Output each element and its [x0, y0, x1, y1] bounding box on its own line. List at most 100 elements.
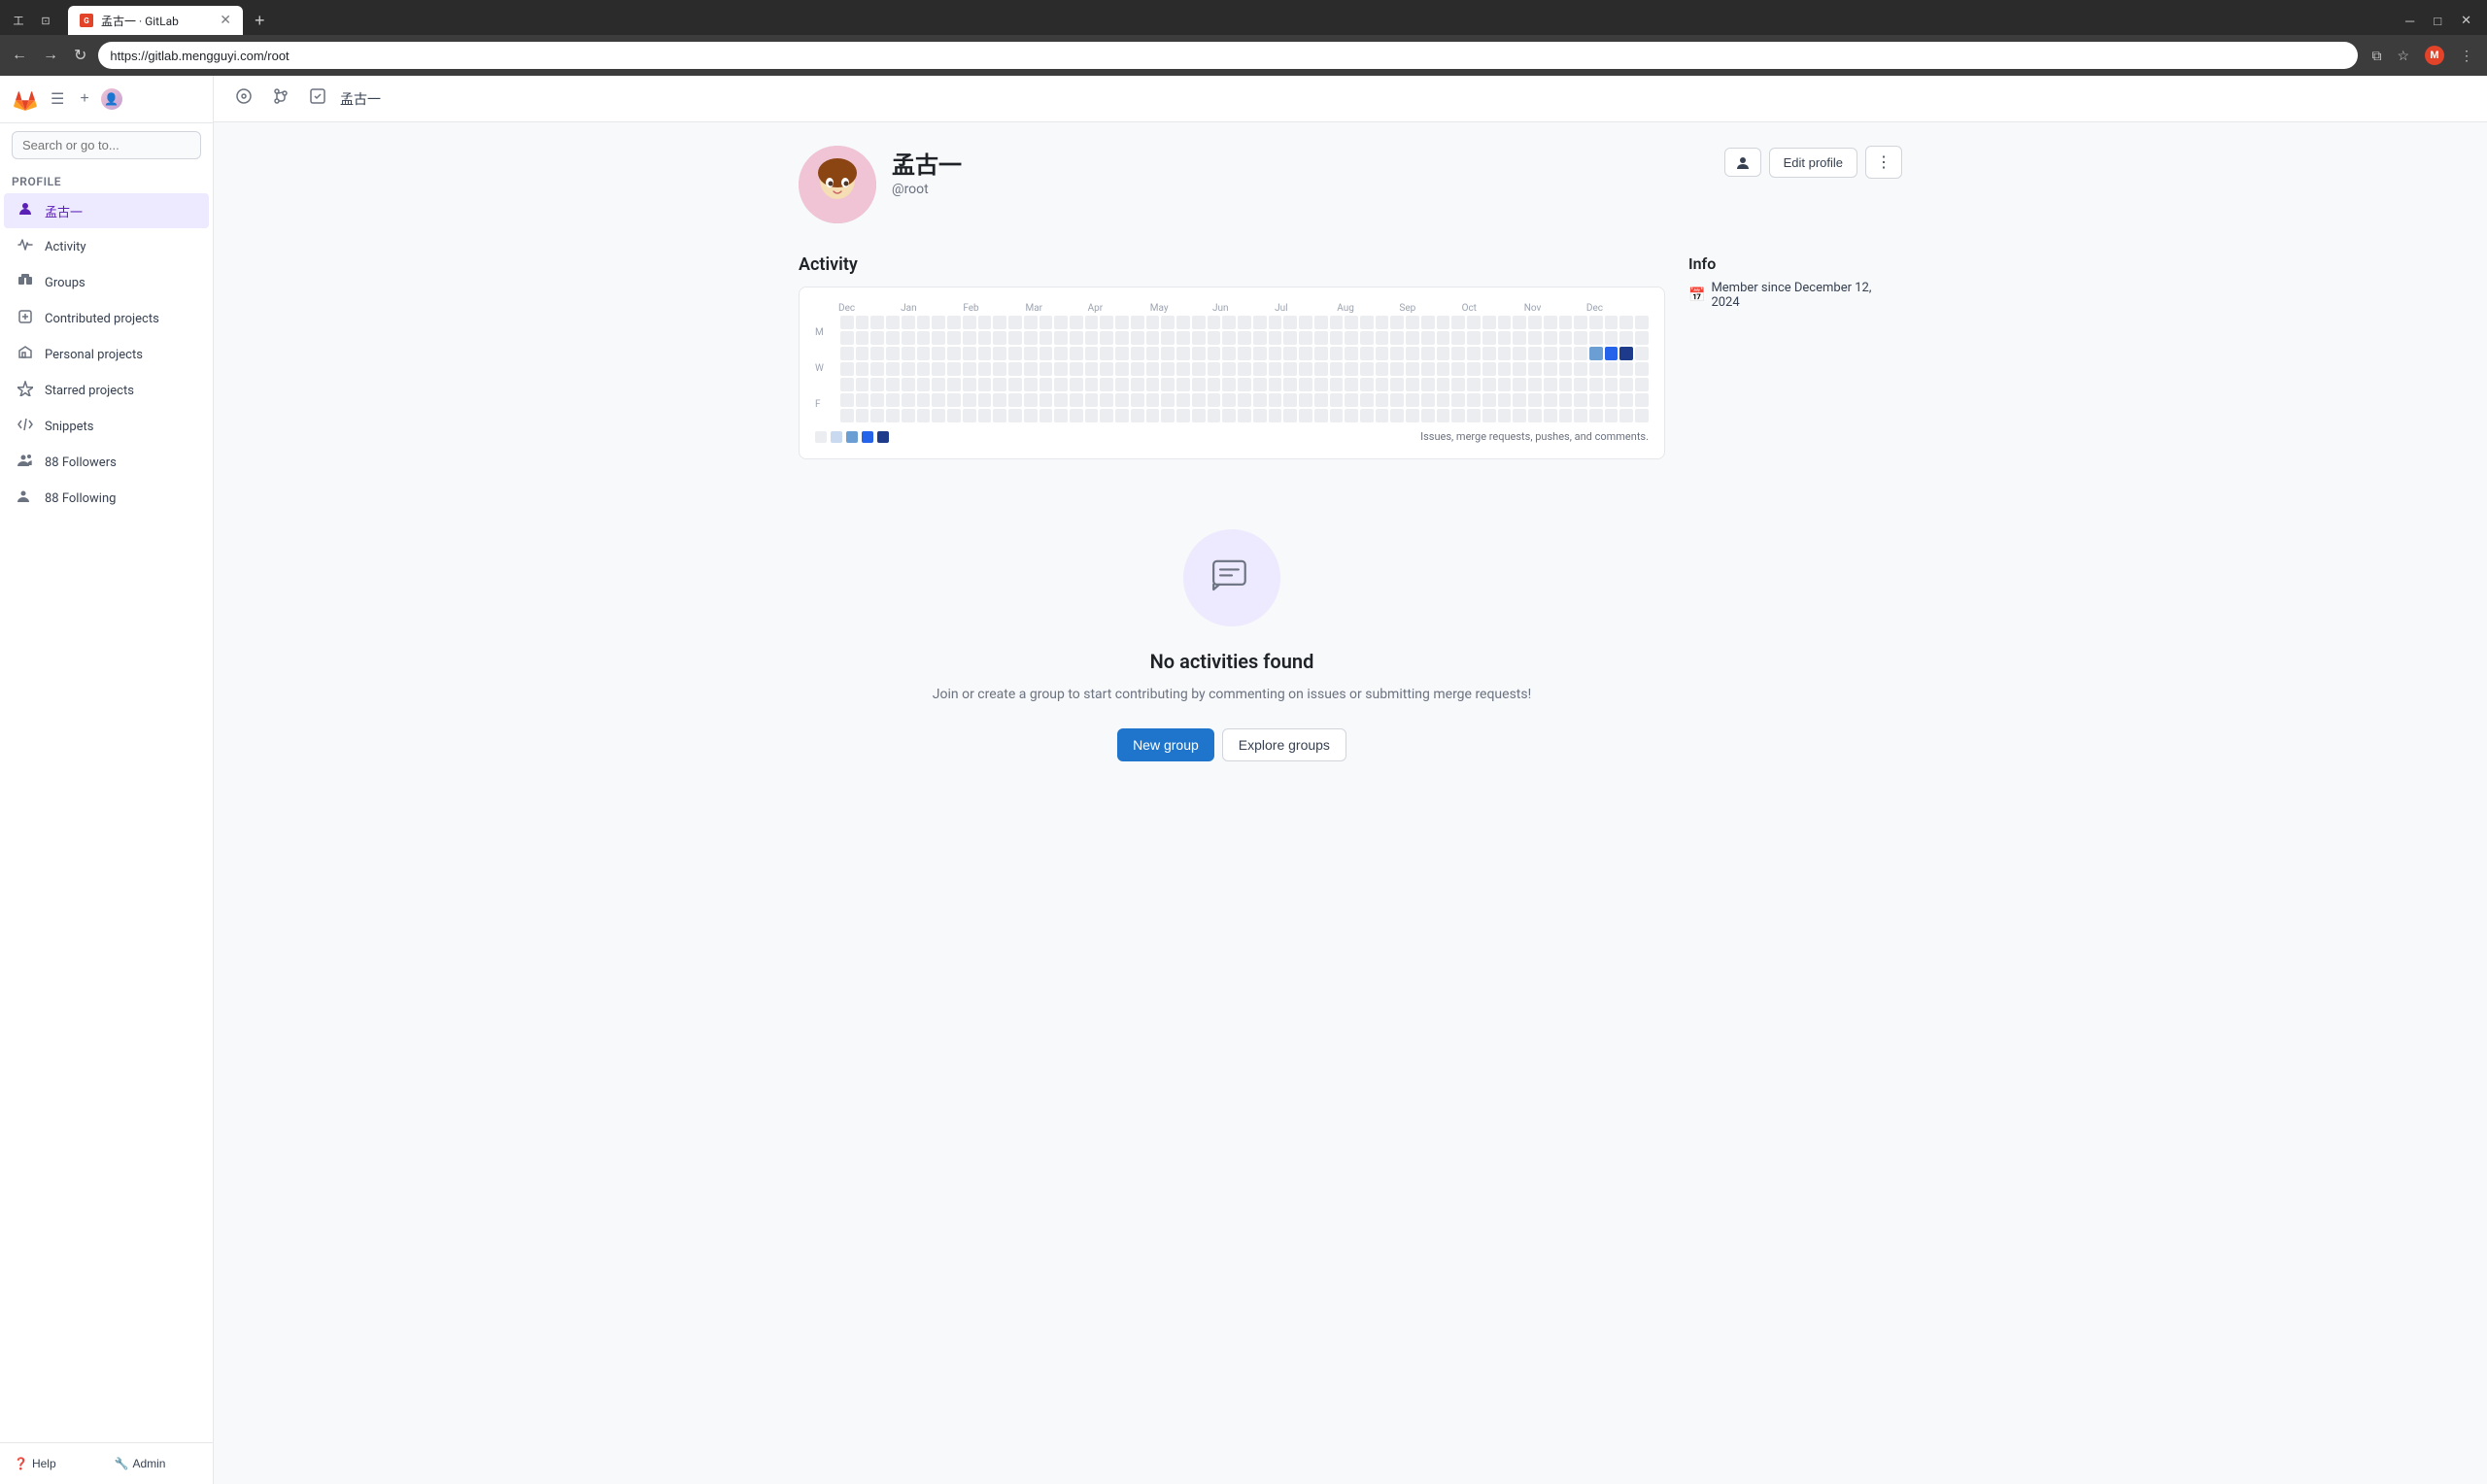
refresh-button[interactable]: ↻ — [70, 42, 90, 69]
chart-cell — [1192, 347, 1206, 360]
chat-icon — [1209, 555, 1255, 601]
chart-cell — [963, 378, 976, 391]
chart-cell — [1070, 362, 1083, 376]
chart-cell — [1559, 409, 1573, 422]
month-apr: Apr — [1088, 303, 1150, 314]
window-close-button[interactable]: ✕ — [2453, 11, 2479, 30]
more-options-button[interactable]: ⋮ — [2454, 44, 2479, 68]
chart-cell — [1376, 362, 1389, 376]
chart-cell — [1528, 378, 1542, 391]
admin-button[interactable]: 🔧 Admin — [109, 1451, 206, 1476]
chart-week-17 — [1100, 316, 1113, 422]
sidebar-toggle-button[interactable]: ☰ — [47, 85, 68, 113]
forward-button[interactable]: → — [39, 43, 62, 68]
close-tab-button[interactable]: ✕ — [220, 14, 231, 27]
back-button[interactable]: ← — [8, 43, 31, 68]
sidebar-item-user[interactable]: 孟古一 — [4, 193, 209, 228]
help-button[interactable]: ❓ Help — [8, 1451, 105, 1476]
sidebar-item-following[interactable]: 88 Following — [4, 481, 209, 516]
sidebar-item-starred[interactable]: Starred projects — [4, 373, 209, 408]
extensions-button[interactable]: ⧉ — [2366, 44, 2387, 68]
profile-button[interactable]: M — [2419, 42, 2450, 69]
chart-cell — [1406, 378, 1419, 391]
chart-cell — [1131, 316, 1144, 329]
chart-cell — [1451, 316, 1465, 329]
chart-cell — [978, 331, 992, 345]
new-item-button[interactable]: + — [76, 86, 92, 112]
month-mar: Mar — [1025, 303, 1087, 314]
chart-cell — [917, 347, 931, 360]
chart-cell — [1070, 316, 1083, 329]
minimize-button[interactable]: ─ — [2398, 12, 2422, 30]
sidebar-item-activity[interactable]: Activity — [4, 229, 209, 264]
sidebar-item-groups[interactable]: Groups — [4, 265, 209, 300]
chart-cell — [1085, 316, 1099, 329]
chart-cell — [1115, 347, 1129, 360]
address-bar[interactable] — [98, 42, 2358, 69]
chart-cell — [1314, 378, 1328, 391]
chart-cell — [963, 316, 976, 329]
merge-requests-toolbar-button[interactable] — [266, 84, 295, 114]
avatar[interactable]: 👤 — [101, 88, 122, 110]
chart-cell — [1269, 316, 1282, 329]
chart-week-20 — [1146, 316, 1160, 422]
chart-cell — [1176, 393, 1190, 407]
chart-cell — [1161, 409, 1175, 422]
chart-cell — [1482, 347, 1496, 360]
chart-cell — [1360, 347, 1374, 360]
chart-cell — [1161, 316, 1175, 329]
chart-cell — [1269, 409, 1282, 422]
chart-cell — [1421, 316, 1435, 329]
chart-cell — [1574, 393, 1587, 407]
chart-cell — [886, 362, 900, 376]
sidebar-item-snippets[interactable]: Snippets — [4, 409, 209, 444]
issues-toolbar-button[interactable] — [229, 84, 258, 114]
chart-cell — [1605, 331, 1618, 345]
sidebar-item-label-followers: 88 Followers — [45, 455, 117, 470]
edit-profile-button[interactable]: Edit profile — [1769, 148, 1857, 178]
explore-groups-button[interactable]: Explore groups — [1222, 728, 1346, 761]
chart-week-12 — [1024, 316, 1038, 422]
chart-cell — [1222, 316, 1236, 329]
new-group-button[interactable]: New group — [1117, 728, 1214, 761]
chart-cell — [1161, 393, 1175, 407]
sidebar-item-followers[interactable]: 88 Followers — [4, 445, 209, 480]
profile-icon-button[interactable] — [1724, 148, 1761, 177]
chart-cell — [1467, 409, 1481, 422]
chart-cell — [1039, 316, 1053, 329]
chart-cell — [1345, 378, 1358, 391]
chart-cell — [993, 362, 1006, 376]
sidebar-item-personal[interactable]: Personal projects — [4, 337, 209, 372]
chart-week-16 — [1085, 316, 1099, 422]
day-label-f: F — [815, 398, 835, 412]
chart-cell — [1330, 393, 1344, 407]
chart-cell — [1589, 378, 1603, 391]
search-input[interactable] — [12, 131, 201, 159]
sidebar-item-contributed[interactable]: Contributed projects — [4, 301, 209, 336]
to-do-toolbar-button[interactable] — [303, 84, 332, 114]
more-actions-button[interactable]: ⋮ — [1865, 146, 1902, 179]
chart-cell — [963, 347, 976, 360]
new-tab-button[interactable]: + — [247, 11, 273, 31]
chart-cell — [1559, 316, 1573, 329]
chart-cell — [1498, 331, 1512, 345]
chart-cell — [978, 409, 992, 422]
chart-cell — [1085, 378, 1099, 391]
chart-week-22 — [1176, 316, 1190, 422]
chart-cell — [1345, 316, 1358, 329]
month-nov: Nov — [1524, 303, 1586, 314]
browser-actions: ⧉ ☆ M ⋮ — [2366, 42, 2479, 69]
profile-info: 孟古一 @root — [892, 146, 1709, 197]
sidebar-footer: ❓ Help 🔧 Admin — [0, 1442, 213, 1484]
maximize-button[interactable]: □ — [2426, 12, 2449, 30]
chart-cell — [1467, 347, 1481, 360]
chart-cell — [1085, 393, 1099, 407]
chart-cell — [1100, 331, 1113, 345]
active-tab[interactable]: G 孟古一 · GitLab ✕ — [68, 6, 243, 35]
bookmarks-button[interactable]: ☆ — [2391, 44, 2415, 68]
chart-day-labels: M W F — [815, 316, 835, 422]
chart-cell — [1024, 393, 1038, 407]
gitlab-logo[interactable] — [12, 85, 39, 113]
legend-cell-0 — [815, 431, 827, 443]
chart-cell — [886, 409, 900, 422]
